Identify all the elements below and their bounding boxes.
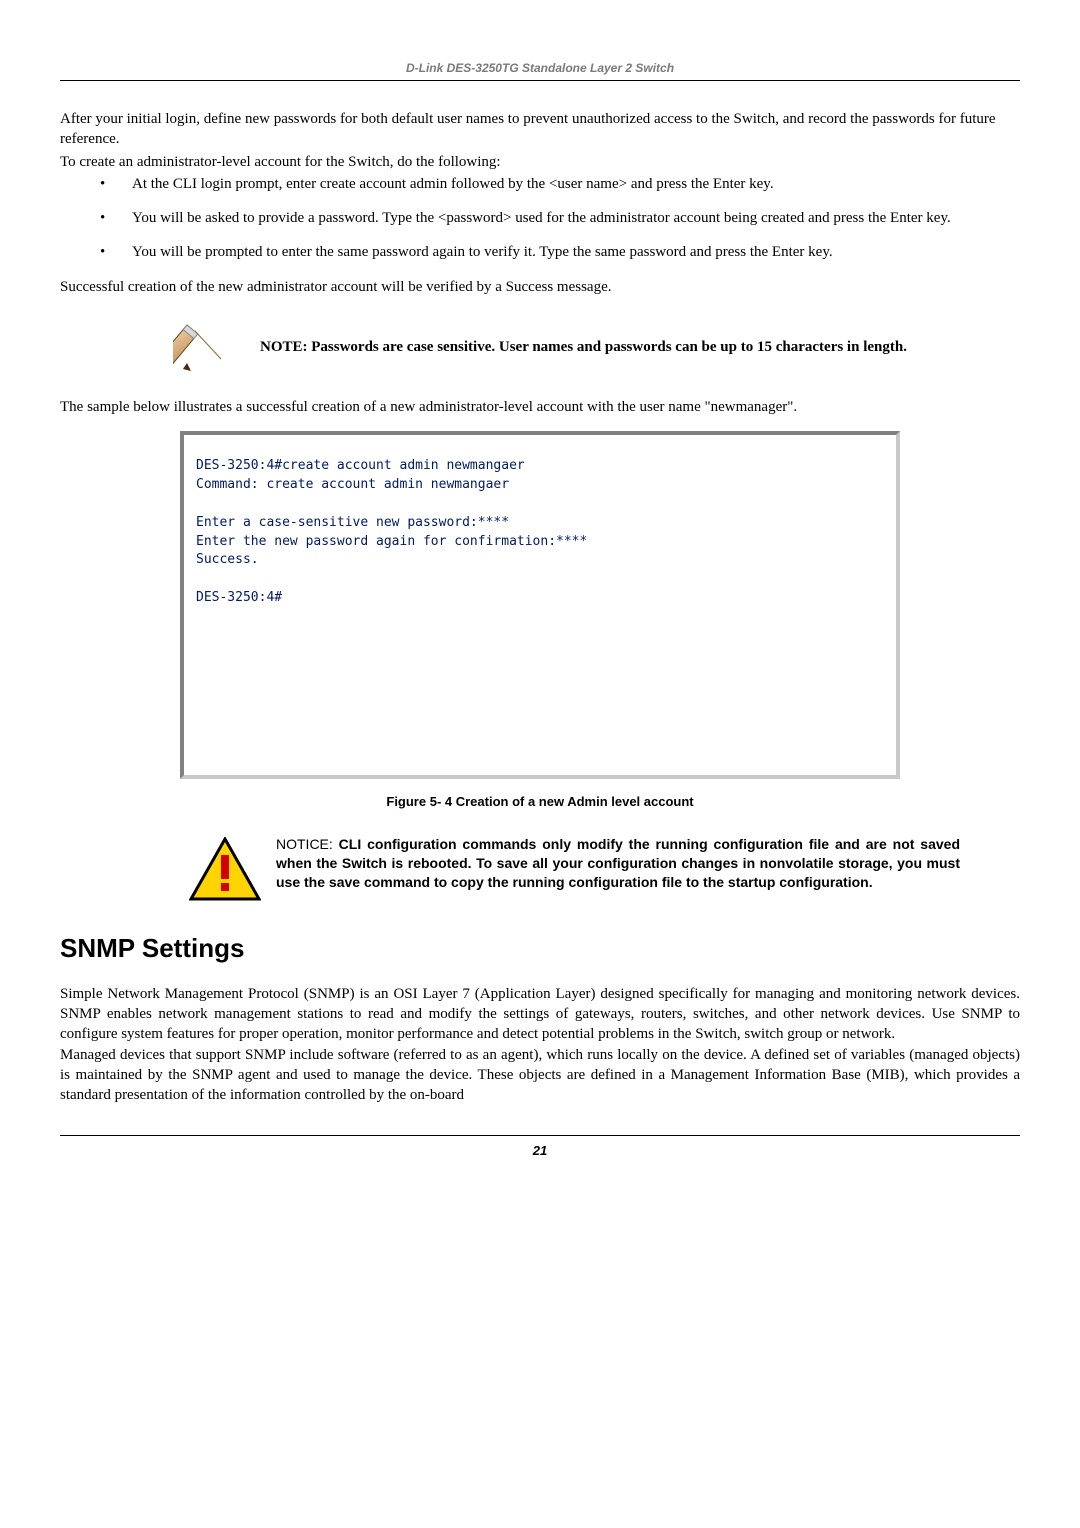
list-item: You will be asked to provide a password.… <box>60 208 1020 228</box>
note-text: NOTE: Passwords are case sensitive. User… <box>250 337 907 357</box>
note-block: NOTE: Passwords are case sensitive. User… <box>160 315 960 379</box>
cli-line: Enter the new password again for confirm… <box>196 534 587 549</box>
cli-line: Command: create account admin newmangaer <box>196 477 509 492</box>
header-rule <box>60 80 1020 81</box>
notice-bold-text: CLI configuration commands only modify t… <box>276 836 960 890</box>
steps-list: At the CLI login prompt, enter create ac… <box>60 174 1020 263</box>
intro-paragraph-1: After your initial login, define new pas… <box>60 109 1020 150</box>
warning-icon <box>180 835 270 901</box>
pencil-icon <box>160 315 250 379</box>
list-item: At the CLI login prompt, enter create ac… <box>60 174 1020 194</box>
pencil-icon-svg <box>173 315 237 379</box>
list-item: You will be prompted to enter the same p… <box>60 242 1020 262</box>
notice-lead: NOTICE: <box>276 836 339 852</box>
page-number: 21 <box>60 1142 1020 1160</box>
success-note: Successful creation of the new administr… <box>60 277 1020 297</box>
cli-line: Enter a case-sensitive new password:**** <box>196 515 509 530</box>
cli-line: Success. <box>196 552 259 567</box>
footer-rule <box>60 1135 1020 1136</box>
cli-screenshot: DES-3250:4#create account admin newmanga… <box>180 431 900 779</box>
snmp-paragraph-2: Managed devices that support SNMP includ… <box>60 1045 1020 1106</box>
snmp-heading: SNMP Settings <box>60 931 1020 966</box>
cli-output: DES-3250:4#create account admin newmanga… <box>184 435 896 775</box>
figure-caption: Figure 5- 4 Creation of a new Admin leve… <box>60 793 1020 811</box>
intro-paragraph-2: To create an administrator-level account… <box>60 152 1020 172</box>
sample-intro: The sample below illustrates a successfu… <box>60 397 1020 417</box>
notice-block: NOTICE: CLI configuration commands only … <box>180 835 960 901</box>
page-header-title: D-Link DES-3250TG Standalone Layer 2 Swi… <box>60 60 1020 76</box>
cli-line: DES-3250:4#create account admin newmanga… <box>196 458 525 473</box>
notice-text: NOTICE: CLI configuration commands only … <box>270 835 960 892</box>
warning-icon-svg <box>189 837 261 901</box>
snmp-paragraph-1: Simple Network Management Protocol (SNMP… <box>60 984 1020 1045</box>
cli-line: DES-3250:4# <box>196 590 282 605</box>
